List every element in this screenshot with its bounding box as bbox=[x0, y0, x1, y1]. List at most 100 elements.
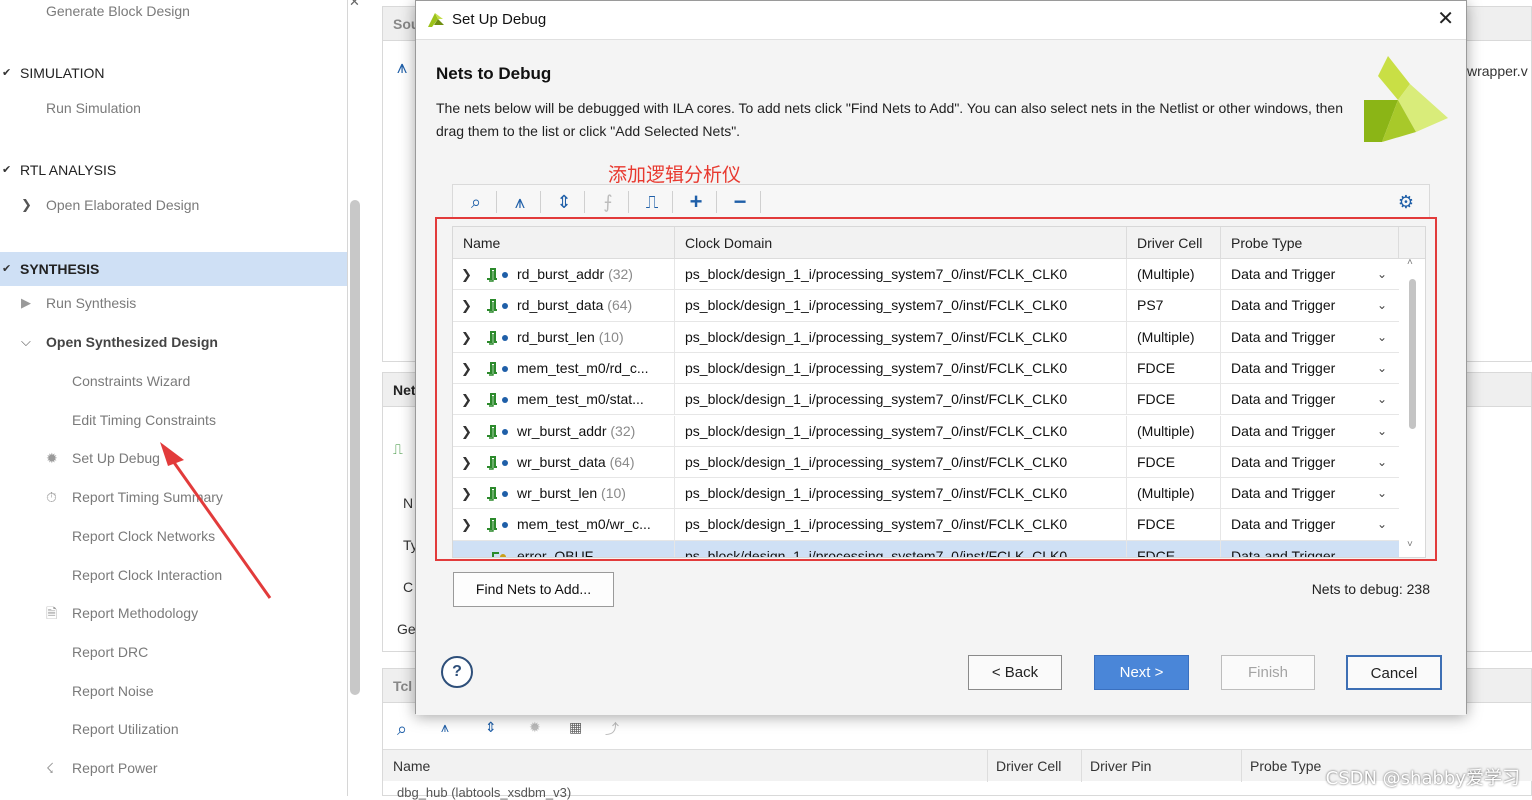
cell-clock-domain[interactable]: ps_block/design_1_i/processing_system7_0… bbox=[675, 509, 1127, 541]
finish-button[interactable]: Finish bbox=[1221, 655, 1315, 690]
table-row[interactable]: ❯ mem_test_m0/rd_c... ps_block/design_1_i… bbox=[453, 352, 1399, 385]
debug-icon[interactable]: ✹ bbox=[529, 719, 541, 736]
chevron-right-icon[interactable]: ❯ bbox=[461, 447, 472, 478]
cancel-button[interactable]: Cancel bbox=[1346, 655, 1442, 690]
close-icon[interactable]: ✕ bbox=[349, 0, 360, 10]
table-row[interactable]: ❯ wr_burst_len (10) ps_block/design_1_i/pr… bbox=[453, 478, 1399, 510]
chevron-right-icon[interactable]: ❯ bbox=[461, 322, 472, 353]
chevron-down-icon[interactable]: ⌄ bbox=[1377, 478, 1387, 509]
col-header-name[interactable]: Name bbox=[453, 227, 675, 259]
chevron-down-icon[interactable]: ⌄ bbox=[1377, 353, 1387, 384]
probe-type-select[interactable]: Data and Trigger ⌄ bbox=[1221, 353, 1399, 384]
nav-constraints-wizard[interactable]: Constraints Wizard bbox=[0, 366, 347, 396]
debug-table-row[interactable]: dbg_hub (labtools_xsdbm_v3) bbox=[397, 785, 571, 800]
nav-scrollbar[interactable] bbox=[350, 200, 360, 695]
chevron-right-icon[interactable]: ❯ bbox=[461, 509, 472, 540]
help-button[interactable]: ? bbox=[441, 656, 473, 688]
scrollbar-thumb[interactable] bbox=[1409, 279, 1416, 429]
nav-section-synthesis[interactable]: ✔ SYNTHESIS bbox=[0, 252, 347, 286]
cell-clock-domain[interactable]: ps_block/design_1_i/processing_system7_0… bbox=[675, 446, 1127, 478]
find-nets-to-add-button[interactable]: Find Nets to Add... bbox=[453, 572, 614, 607]
col-name[interactable]: Name bbox=[383, 750, 430, 782]
cell-clock-domain[interactable]: ps_block/design_1_i/processing_system7_0… bbox=[675, 321, 1127, 353]
chevron-down-icon[interactable]: ⌄ bbox=[1377, 509, 1387, 540]
disabled-filter-icon[interactable]: ⨍ bbox=[595, 189, 621, 215]
chevron-down-icon[interactable]: ⌄ bbox=[1377, 259, 1387, 290]
nav-open-synthesized-design[interactable]: ⌵ Open Synthesized Design bbox=[0, 327, 347, 357]
probe-type-select[interactable]: Data and Trigger ⌄ bbox=[1221, 416, 1399, 447]
nav-open-elaborated-design[interactable]: ❯ Open Elaborated Design bbox=[0, 190, 347, 220]
chevron-down-icon[interactable]: ⌄ bbox=[1377, 541, 1387, 557]
table-row[interactable]: ❯ mem_test_m0/stat... ps_block/design_1_i… bbox=[453, 384, 1399, 416]
expand-all-icon[interactable]: ⇕ bbox=[551, 189, 577, 215]
general-tab[interactable]: Ge bbox=[397, 621, 416, 637]
nav-section-rtl-analysis[interactable]: ✔ RTL ANALYSIS bbox=[0, 155, 347, 185]
chevron-down-icon[interactable]: ⌄ bbox=[1377, 384, 1387, 415]
col-header-clock-domain[interactable]: Clock Domain bbox=[675, 227, 1127, 259]
scroll-up-icon[interactable]: ˄ bbox=[1407, 257, 1413, 268]
chevron-down-icon[interactable]: ⌵ bbox=[21, 327, 31, 357]
chevron-down-icon[interactable]: ⌄ bbox=[1377, 416, 1387, 447]
collapse-all-icon[interactable]: ⩚ bbox=[397, 57, 407, 78]
cell-clock-domain[interactable]: ps_block/design_1_i/processing_system7_0… bbox=[675, 415, 1127, 447]
chevron-right-icon[interactable]: ❯ bbox=[461, 478, 472, 509]
cell-clock-domain[interactable]: ps_block/design_1_i/processing_system7_0… bbox=[675, 259, 1127, 290]
chevron-down-icon[interactable]: ⌄ bbox=[1377, 322, 1387, 353]
scroll-down-icon[interactable]: ˅ bbox=[1407, 539, 1413, 550]
chevron-down-icon[interactable]: ⌄ bbox=[1377, 447, 1387, 478]
chevron-right-icon[interactable]: ❯ bbox=[21, 190, 32, 220]
probe-type-select[interactable]: Data and Trigger ⌄ bbox=[1221, 509, 1399, 540]
nav-edit-timing-constraints[interactable]: Edit Timing Constraints bbox=[0, 405, 347, 435]
nav-report-noise[interactable]: Report Noise bbox=[0, 676, 347, 706]
search-icon[interactable]: ⌕ bbox=[463, 189, 489, 215]
wrapper-file-label[interactable]: wrapper.v bbox=[1467, 63, 1528, 79]
table-row[interactable]: ❯ rd_burst_data (64) ps_block/design_1_i/p… bbox=[453, 290, 1399, 322]
nav-report-power[interactable]: ☇ Report Power bbox=[0, 753, 347, 783]
table-row[interactable]: ❯ rd_burst_addr (32) ps_block/design_1_i/p… bbox=[453, 259, 1399, 291]
probe-type-select[interactable]: Data and Trigger ⌄ bbox=[1221, 541, 1399, 557]
search-icon[interactable]: ⌕ bbox=[397, 719, 407, 740]
nav-run-simulation[interactable]: Run Simulation bbox=[0, 93, 347, 123]
expand-all-icon[interactable]: ⇕ bbox=[485, 719, 497, 736]
chevron-right-icon[interactable]: ❯ bbox=[461, 290, 472, 321]
col-probe-type[interactable]: Probe Type bbox=[1241, 750, 1321, 782]
probe-type-select[interactable]: Data and Trigger ⌄ bbox=[1221, 447, 1399, 478]
layout-icon[interactable]: ▦ bbox=[569, 719, 582, 736]
close-icon[interactable]: ✕ bbox=[1437, 8, 1454, 30]
cell-clock-domain[interactable]: ps_block/design_1_i/processing_system7_0… bbox=[675, 352, 1127, 384]
cell-clock-domain[interactable]: ps_block/design_1_i/processing_system7_0… bbox=[675, 384, 1127, 416]
col-driver-cell[interactable]: Driver Cell bbox=[987, 750, 1061, 782]
probe-type-select[interactable]: Data and Trigger ⌄ bbox=[1221, 478, 1399, 509]
minus-icon[interactable]: − bbox=[727, 189, 753, 215]
cell-clock-domain[interactable]: ps_block/design_1_i/processing_system7_0… bbox=[675, 478, 1127, 510]
chevron-right-icon[interactable]: ❯ bbox=[461, 416, 472, 447]
cell-clock-domain[interactable]: ps_block/design_1_i/processing_system7_0… bbox=[675, 540, 1127, 557]
pulse-waveform-icon[interactable]: ⎍ bbox=[639, 189, 665, 215]
gear-icon[interactable]: ⚙ bbox=[1393, 189, 1419, 215]
probe-type-select[interactable]: Data and Trigger ⌄ bbox=[1221, 322, 1399, 353]
connect-icon[interactable]: ⤴ bbox=[605, 719, 619, 739]
probe-type-select[interactable]: Data and Trigger ⌄ bbox=[1221, 384, 1399, 415]
nav-section-simulation[interactable]: ✔ SIMULATION bbox=[0, 58, 347, 88]
table-row[interactable]: ❯ wr_burst_addr (32) ps_block/design_1_i/p… bbox=[453, 415, 1399, 447]
col-driver-pin[interactable]: Driver Pin bbox=[1081, 750, 1151, 782]
plus-icon[interactable]: + bbox=[683, 189, 709, 215]
nav-run-synthesis[interactable]: ▶ Run Synthesis bbox=[0, 288, 347, 318]
col-header-driver-cell[interactable]: Driver Cell bbox=[1127, 227, 1221, 259]
table-row[interactable]: error_OBUF ps_block/design_1_i/processin… bbox=[453, 540, 1399, 557]
cell-clock-domain[interactable]: ps_block/design_1_i/processing_system7_0… bbox=[675, 290, 1127, 322]
table-scrollbar[interactable]: ˄ ˅ bbox=[1407, 257, 1419, 557]
probe-type-select[interactable]: Data and Trigger ⌄ bbox=[1221, 259, 1399, 290]
nav-report-drc[interactable]: Report DRC bbox=[0, 637, 347, 667]
table-row[interactable]: ❯ mem_test_m0/wr_c... ps_block/design_1_i… bbox=[453, 509, 1399, 541]
probe-type-select[interactable]: Data and Trigger ⌄ bbox=[1221, 290, 1399, 321]
next-button[interactable]: Next > bbox=[1094, 655, 1189, 690]
table-row[interactable]: ❯ wr_burst_data (64) ps_block/design_1_i/p… bbox=[453, 446, 1399, 479]
dialog-titlebar[interactable]: Set Up Debug ✕ bbox=[416, 1, 1466, 39]
nav-generate-block-design[interactable]: Generate Block Design bbox=[0, 0, 347, 26]
table-row[interactable]: ❯ rd_burst_len (10) ps_block/design_1_i/pr… bbox=[453, 321, 1399, 353]
chevron-down-icon[interactable]: ⌄ bbox=[1377, 290, 1387, 321]
nav-report-utilization[interactable]: Report Utilization bbox=[0, 714, 347, 744]
chevron-right-icon[interactable]: ❯ bbox=[461, 353, 472, 384]
chevron-right-icon[interactable]: ❯ bbox=[461, 259, 472, 290]
